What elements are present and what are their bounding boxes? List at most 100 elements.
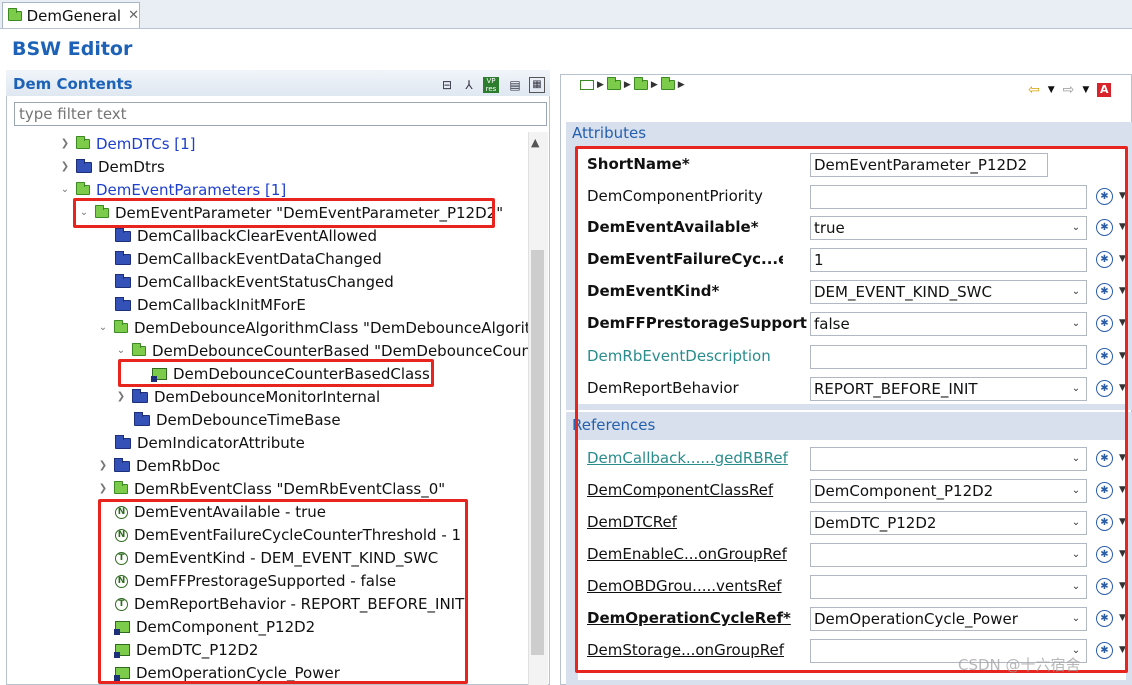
folder-icon[interactable] (633, 77, 648, 90)
tree-item-debounce-algorithm-class[interactable]: ⌄ DemDebounceAlgorithmClass "DemDebounce… (98, 317, 528, 339)
shortname-field[interactable]: DemEventParameter_P12D2 (810, 153, 1048, 177)
reset-value-icon[interactable]: ✱ (1096, 450, 1113, 467)
tree-item-demeventparameter[interactable]: ⌄ DemEventParameter "DemEventParameter_P… (79, 202, 503, 224)
reset-value-icon[interactable]: ✱ (1096, 482, 1113, 499)
document-icon[interactable]: ▤ (507, 77, 523, 93)
component-priority-field[interactable] (810, 185, 1087, 209)
collapse-chevron-icon[interactable]: ⌄ (116, 340, 126, 362)
chevron-down-icon[interactable]: ⌄ (1068, 450, 1084, 468)
report-behavior-select[interactable]: REPORT_BEFORE_INIT ⌄ (810, 377, 1087, 401)
reset-value-icon[interactable]: ✱ (1096, 610, 1113, 627)
folder-icon[interactable] (660, 77, 675, 90)
chevron-down-icon[interactable]: ▼ (1119, 485, 1126, 495)
dtc-ref-label[interactable]: DemDTCRef (587, 513, 677, 531)
tree-item-report-behavior[interactable]: T DemReportBehavior - REPORT_BEFORE_INIT (115, 593, 464, 615)
tree-item-dtc-ref[interactable]: DemDTC_P12D2 (114, 639, 258, 661)
chevron-down-icon[interactable]: ▼ (1119, 383, 1126, 393)
reset-value-icon[interactable]: ✱ (1096, 251, 1113, 268)
tree-scrollbar-thumb[interactable] (531, 250, 544, 655)
dtc-ref-select[interactable]: DemDTC_P12D2 ⌄ (810, 511, 1087, 535)
tree-item-event-failure-cycle-threshold[interactable]: N DemEventFailureCycleCounterThreshold -… (115, 524, 461, 546)
tree-item-component-ref[interactable]: DemComponent_P12D2 (114, 616, 315, 638)
close-icon[interactable]: ✕ (128, 8, 139, 23)
expand-chevron-icon[interactable]: ❯ (116, 386, 126, 408)
chevron-down-icon[interactable]: ▼ (1119, 549, 1126, 559)
callback-ref-label[interactable]: DemCallback......gedRBRef (587, 449, 788, 467)
chevron-down-icon[interactable]: ⌄ (1068, 546, 1084, 564)
operation-cycle-ref-label[interactable]: DemOperationCycleRef* (587, 609, 791, 627)
tree-item-debounce-counter-based[interactable]: ⌄ DemDebounceCounterBased "DemDebounceCo… (116, 340, 528, 362)
enable-condition-group-ref-select[interactable]: ⌄ (810, 543, 1087, 567)
reset-value-icon[interactable]: ✱ (1096, 380, 1113, 397)
tree-item-indicator-attribute[interactable]: DemIndicatorAttribute (115, 432, 305, 454)
storage-condition-group-ref-label[interactable]: DemStorage...onGroupRef (587, 641, 784, 659)
collapse-chevron-icon[interactable]: ⌄ (79, 202, 89, 224)
tree-item-debounce-monitor-internal[interactable]: ❯ DemDebounceMonitorInternal (116, 386, 380, 408)
expand-chevron-icon[interactable]: ❯ (98, 478, 108, 500)
forward-arrow-icon[interactable]: ⇨ (1063, 82, 1075, 98)
chevron-down-icon[interactable]: ⌄ (1068, 514, 1084, 532)
rb-event-description-field[interactable] (810, 345, 1087, 369)
tree-item-demrbeventclass[interactable]: ❯ DemRbEventClass "DemRbEventClass_0" (98, 478, 445, 500)
reset-value-icon[interactable]: ✱ (1096, 546, 1113, 563)
expand-chevron-icon[interactable]: ❯ (98, 455, 108, 477)
chevron-down-icon[interactable]: ⌄ (1068, 219, 1084, 237)
chevron-down-icon[interactable]: ▼ (1119, 254, 1126, 264)
callback-ref-select[interactable]: ⌄ (810, 447, 1087, 471)
event-available-select[interactable]: true ⌄ (810, 216, 1087, 240)
folder-icon[interactable] (606, 77, 621, 90)
event-failure-cycle-field[interactable]: 1 (810, 248, 1087, 272)
component-class-ref-select[interactable]: DemComponent_P12D2 ⌄ (810, 479, 1087, 503)
reset-value-icon[interactable]: ✱ (1096, 188, 1113, 205)
chevron-down-icon[interactable]: ▼ (1048, 85, 1055, 95)
chevron-down-icon[interactable]: ▼ (1119, 351, 1126, 361)
chevron-down-icon[interactable]: ▼ (1119, 453, 1126, 463)
filter-input[interactable] (14, 102, 547, 126)
tree-item-ff-prestorage-supported[interactable]: N DemFFPrestorageSupported - false (115, 570, 396, 592)
chevron-down-icon[interactable]: ⌄ (1068, 315, 1084, 333)
tab-demgeneral[interactable]: DemGeneral ✕ (2, 2, 140, 28)
chevron-down-icon[interactable]: ⌄ (1068, 380, 1084, 398)
chevron-down-icon[interactable]: ▼ (1119, 191, 1126, 201)
chevron-down-icon[interactable]: ⌄ (1068, 610, 1084, 628)
chevron-down-icon[interactable]: ⌄ (1068, 283, 1084, 301)
tree-item-demeventparameters[interactable]: ⌄ DemEventParameters [1] (60, 179, 286, 201)
collapse-all-icon[interactable]: ⊟ (439, 77, 455, 93)
chevron-down-icon[interactable]: ▼ (1119, 581, 1126, 591)
reset-value-icon[interactable]: ✱ (1096, 283, 1113, 300)
reset-value-icon[interactable]: ✱ (1096, 578, 1113, 595)
back-arrow-icon[interactable]: ⇦ (1028, 82, 1040, 98)
expand-chevron-icon[interactable]: ❯ (60, 156, 70, 178)
chevron-down-icon[interactable]: ▼ (1119, 286, 1126, 296)
chevron-down-icon[interactable]: ⌄ (1068, 578, 1084, 596)
reset-value-icon[interactable]: ✱ (1096, 219, 1113, 236)
reset-value-icon[interactable]: ✱ (1096, 348, 1113, 365)
obd-group-events-ref-select[interactable]: ⌄ (810, 575, 1087, 599)
tree-item-callback-event-status-changed[interactable]: DemCallbackEventStatusChanged (115, 271, 394, 293)
tree-item-demrbdoc[interactable]: ❯ DemRbDoc (98, 455, 221, 477)
link-tree-icon[interactable]: ⅄ (461, 77, 477, 93)
validation-icon[interactable]: A (1097, 83, 1112, 97)
component-class-ref-label[interactable]: DemComponentClassRef (587, 481, 773, 499)
event-kind-select[interactable]: DEM_EVENT_KIND_SWC ⌄ (810, 280, 1087, 304)
table-view-icon[interactable]: ▦ (529, 77, 545, 93)
chevron-down-icon[interactable]: ▼ (1119, 613, 1126, 623)
reset-value-icon[interactable]: ✱ (1096, 514, 1113, 531)
chevron-down-icon[interactable]: ▼ (1119, 318, 1126, 328)
breadcrumb-root-icon[interactable] (580, 80, 594, 90)
vp-res-icon[interactable]: VP res (483, 77, 499, 93)
collapse-chevron-icon[interactable]: ⌄ (60, 179, 70, 201)
tree-item-debounce-time-base[interactable]: DemDebounceTimeBase (134, 409, 341, 431)
tree-item-operation-cycle-ref[interactable]: DemOperationCycle_Power (114, 662, 340, 684)
obd-group-events-ref-label[interactable]: DemOBDGrou.....ventsRef (587, 577, 782, 595)
scroll-up-icon[interactable]: ▲ (531, 136, 539, 149)
tree-item-callback-event-data-changed[interactable]: DemCallbackEventDataChanged (115, 248, 382, 270)
tree-item-demdtrs[interactable]: ❯ DemDtrs (60, 156, 165, 178)
collapse-chevron-icon[interactable]: ⌄ (98, 317, 108, 339)
chevron-down-icon[interactable]: ▼ (1119, 645, 1126, 655)
chevron-down-icon[interactable]: ▼ (1082, 85, 1089, 95)
tree-item-event-available[interactable]: N DemEventAvailable - true (115, 501, 326, 523)
enable-condition-group-ref-label[interactable]: DemEnableC...onGroupRef (587, 545, 787, 563)
reset-value-icon[interactable]: ✱ (1096, 642, 1113, 659)
chevron-down-icon[interactable]: ▼ (1119, 222, 1126, 232)
